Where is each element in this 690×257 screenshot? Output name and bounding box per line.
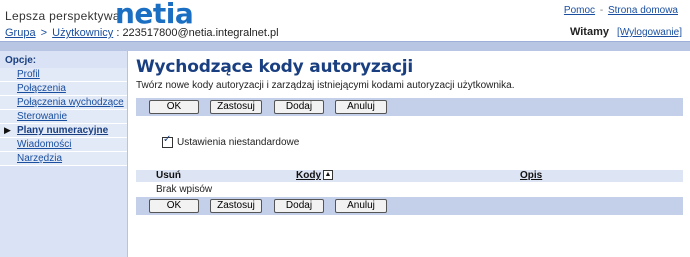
empty-table-message: Brak wpisów xyxy=(156,184,213,195)
sidebar-item-label[interactable]: Profil xyxy=(17,69,40,80)
help-link[interactable]: Pomoc xyxy=(564,5,595,16)
sidebar-item-tools[interactable]: Narzędzia xyxy=(0,152,127,166)
sidebar: Opcje: Profil Połączenia przychodzące Po… xyxy=(0,51,128,257)
breadcrumb-group[interactable]: Grupa xyxy=(5,27,36,39)
page-description: Twórz nowe kody autoryzacji i zarządzaj … xyxy=(136,80,515,91)
column-header-codes[interactable]: Kody ▲ xyxy=(296,170,333,182)
add-button[interactable]: Dodaj xyxy=(274,100,324,114)
sidebar-title: Opcje: xyxy=(5,55,37,66)
current-item-arrow-icon: ▶ xyxy=(4,125,11,135)
custom-settings-checkbox[interactable] xyxy=(162,134,173,148)
sidebar-item-label[interactable]: Połączenia wychodzące xyxy=(17,97,124,108)
tagline: Lepsza perspektywa xyxy=(5,9,120,23)
sidebar-item-messages[interactable]: Wiadomości xyxy=(0,138,127,152)
sidebar-item-profil[interactable]: Profil xyxy=(0,68,127,82)
sidebar-menu: Profil Połączenia przychodzące Połączeni… xyxy=(0,68,127,166)
logout-link[interactable]: [Wylogowanie] xyxy=(617,27,682,38)
top-links: Pomoc - Strona domowa xyxy=(564,5,678,16)
home-link[interactable]: Strona domowa xyxy=(608,5,678,16)
ok-button[interactable]: OK xyxy=(149,100,199,114)
breadcrumb-arrow: > xyxy=(40,27,48,39)
sidebar-item-incoming-calls[interactable]: Połączenia przychodzące xyxy=(0,82,127,107)
sidebar-item-outgoing-calls[interactable]: Połączenia wychodzące xyxy=(0,96,127,110)
ok-button[interactable]: OK xyxy=(149,199,199,213)
sidebar-item-call-control[interactable]: Sterowanie połączeniami xyxy=(0,110,127,135)
top-button-bar: OK Zastosuj Dodaj Anuluj xyxy=(136,98,683,116)
column-header-description[interactable]: Opis xyxy=(520,170,542,182)
sidebar-item-label[interactable]: Narzędzia xyxy=(17,153,62,164)
add-button[interactable]: Dodaj xyxy=(274,199,324,213)
cancel-button[interactable]: Anuluj xyxy=(335,100,387,114)
sidebar-item-dial-plans[interactable]: ▶ Plany numeracyjne xyxy=(0,124,127,138)
separator: - xyxy=(599,5,604,16)
header-divider-bar xyxy=(0,41,690,51)
sidebar-item-label[interactable]: Wiadomości xyxy=(17,139,71,150)
table-header: Usuń Kody ▲ Opis xyxy=(136,170,683,182)
custom-settings-label: Ustawienia niestandardowe xyxy=(177,137,300,149)
column-header-delete: Usuń xyxy=(156,170,181,181)
apply-button[interactable]: Zastosuj xyxy=(210,100,262,114)
cancel-button[interactable]: Anuluj xyxy=(335,199,387,213)
sidebar-item-label[interactable]: Plany numeracyjne xyxy=(17,125,108,136)
custom-settings-row: Ustawienia niestandardowe xyxy=(162,134,300,149)
sort-ascending-icon[interactable]: ▲ xyxy=(323,170,333,181)
breadcrumb: Grupa > Użytkownicy : 223517800@netia.in… xyxy=(5,27,279,39)
bottom-button-bar: OK Zastosuj Dodaj Anuluj xyxy=(136,197,683,215)
page-title: Wychodzące kody autoryzacji xyxy=(136,57,413,77)
breadcrumb-users[interactable]: Użytkownicy xyxy=(52,27,113,39)
breadcrumb-user: : 223517800@netia.integralnet.pl xyxy=(116,27,279,39)
welcome-text: Witamy xyxy=(569,26,609,38)
apply-button[interactable]: Zastosuj xyxy=(210,199,262,213)
breadcrumb-row: Grupa > Użytkownicy : 223517800@netia.in… xyxy=(0,26,690,40)
column-header-codes-label[interactable]: Kody xyxy=(296,170,321,181)
header: Lepsza perspektywa netia Pomoc - Strona … xyxy=(0,0,690,30)
